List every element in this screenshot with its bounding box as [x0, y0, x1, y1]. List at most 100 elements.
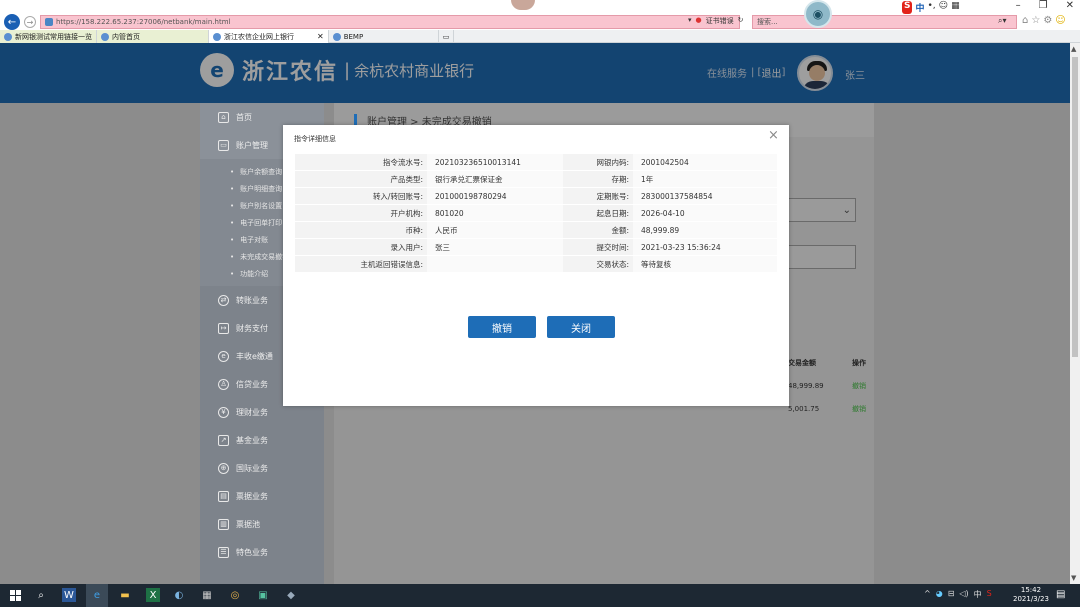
transactions-table: 交易金额 操作 48,999.89 撤销 5,001.75 撤销 [788, 351, 874, 420]
sidebar-item-label: 首页 [236, 112, 252, 122]
eye-icon[interactable]: ◉ [804, 0, 832, 28]
sidebar-item-label: 信贷业务 [236, 379, 268, 389]
sidebar-item-label: 基金业务 [236, 435, 268, 445]
field-label: 录入用户: [295, 239, 427, 256]
favorite-tab[interactable]: 新网银测试常用链接一览 [0, 30, 97, 43]
page-scrollbar[interactable]: ▲ ▼ [1070, 43, 1080, 584]
dialog-actions: 撤销 关闭 [468, 316, 615, 338]
close-icon[interactable]: × [768, 128, 779, 143]
sogou-tray-icon[interactable]: S [987, 589, 992, 600]
excel-icon[interactable]: X [146, 588, 160, 602]
sidebar-item-bill-pool[interactable]: ▥ 票据池 [200, 510, 324, 538]
settings-icon[interactable]: ⚙ [1043, 15, 1052, 26]
home-icon[interactable]: ⌂ [1022, 15, 1028, 26]
tab-active[interactable]: 浙江农信企业网上银行 ✕ [209, 30, 329, 43]
system-clock[interactable]: 15:42 2021/3/23 [1013, 586, 1049, 604]
field-label: 转入/转回账号: [295, 188, 427, 205]
windows-icon [9, 589, 21, 601]
revoke-link[interactable]: 撤销 [852, 404, 866, 414]
scroll-thumb[interactable] [1072, 57, 1078, 357]
scroll-down-icon[interactable]: ▼ [1071, 574, 1076, 582]
restore-icon[interactable]: ❐ [1039, 0, 1048, 11]
search-input[interactable]: 搜索... [752, 15, 1017, 29]
revoke-button[interactable]: 撤销 [468, 316, 536, 338]
site-favicon [511, 0, 535, 10]
sidebar-item-label: 票据池 [236, 519, 260, 529]
tool-icon[interactable]: ◆ [284, 588, 298, 602]
start-button[interactable] [8, 588, 22, 602]
online-service-link[interactable]: 在线服务 [707, 65, 747, 80]
ime-tray-label[interactable]: 中 [974, 589, 982, 600]
search-icon[interactable]: ⌕ [34, 588, 48, 602]
instruction-detail-dialog: 指令详细信息 × 指令流水号: 20210323651001314​1 网银内码… [283, 125, 789, 406]
forward-button[interactable]: → [24, 16, 36, 28]
app-icon[interactable]: ◐ [172, 588, 186, 602]
field-label: 存期: [563, 171, 633, 188]
username: 张三 [845, 71, 865, 82]
ime-language-indicator[interactable]: 中 [915, 1, 924, 14]
calculator-icon[interactable]: ▦ [200, 588, 214, 602]
chrome-icon[interactable]: ◎ [228, 588, 242, 602]
field-label: 开户机构: [295, 205, 427, 222]
browser-titlebar: S 中 •, ☺ ▦ – ❐ ✕ [0, 0, 1080, 14]
field-value: 20210323651001314​1 [427, 154, 563, 171]
folder-icon[interactable]: ▬ [118, 588, 132, 602]
cert-error-label[interactable]: 证书错误 [706, 16, 734, 26]
dropdown-icon[interactable]: ▾ [688, 16, 692, 26]
ime-toolbar[interactable]: S 中 •, ☺ ▦ [902, 1, 960, 14]
network-icon[interactable]: ⊟ [948, 589, 955, 600]
revoke-link[interactable]: 撤销 [852, 381, 866, 391]
ime-keyboard-icon[interactable]: ▦ [951, 1, 960, 14]
url-input[interactable]: https://158.222.65.237:27006/netbank/mai… [40, 15, 740, 29]
sidebar-item-label: 丰收e缴通 [236, 351, 273, 361]
logout-link[interactable]: 退出 [761, 65, 781, 80]
sidebar-item-label: 账户管理 [236, 140, 268, 150]
transfer-icon: ⇄ [218, 294, 229, 306]
field-value: 201000198780294 [427, 188, 563, 205]
close-window-icon[interactable]: ✕ [1066, 0, 1074, 11]
ime-emoji-icon[interactable]: ☺ [939, 1, 948, 14]
volume-icon[interactable]: ◁) [959, 589, 968, 600]
notification-icon[interactable]: ▤ [1056, 589, 1065, 600]
remote-icon[interactable]: ▣ [256, 588, 270, 602]
cert-error-area[interactable]: ▾ ● 证书错误 ↻ [688, 16, 744, 26]
search-icon[interactable]: ⌕▾ [998, 16, 1007, 26]
chevron-up-icon[interactable]: ^ [924, 589, 931, 600]
new-tab-button[interactable]: ▭ [439, 30, 455, 43]
sidebar-item-international[interactable]: ⊕ 国际业务 [200, 454, 324, 482]
sidebar-item-bill[interactable]: ▤ 票据业务 [200, 482, 324, 510]
tab-strip: 新网银测试常用链接一览 内管首页 浙江农信企业网上银行 ✕ BEMP ▭ [0, 30, 1080, 43]
close-tab-icon[interactable]: ✕ [317, 32, 324, 41]
minimize-icon[interactable]: – [1016, 0, 1021, 11]
avatar[interactable] [797, 55, 833, 91]
ie-icon[interactable]: e [86, 584, 108, 607]
table-row: 5,001.75 撤销 [788, 397, 874, 420]
sogou-icon[interactable]: S [902, 1, 913, 14]
favorite-tab[interactable]: 内管首页 [97, 30, 209, 43]
e-pay-icon: e [218, 350, 229, 362]
smiley-icon[interactable]: ☺ [1055, 15, 1065, 26]
clock-date: 2021/3/23 [1013, 595, 1049, 603]
amount-cell: 48,999.89 [788, 381, 824, 390]
tray-app-icon[interactable]: ◕ [936, 589, 943, 600]
back-button[interactable]: ← [4, 14, 20, 30]
scroll-up-icon[interactable]: ▲ [1071, 45, 1076, 53]
sidebar-item-special[interactable]: ☰ 特色业务 [200, 538, 324, 566]
bank-header: e 浙江农信 | 余杭农村商业银行 在线服务 | [ 退出 ] 张三 [0, 43, 1070, 103]
field-value: 2001042504 [633, 154, 777, 171]
sidebar-item-fund[interactable]: ↗ 基金业务 [200, 426, 324, 454]
close-button[interactable]: 关闭 [547, 316, 615, 338]
word-icon[interactable]: W [62, 588, 76, 602]
dialog-title: 指令详细信息 [294, 135, 336, 143]
tab[interactable]: BEMP [329, 30, 439, 43]
ime-punct-icon[interactable]: •, [928, 1, 936, 14]
filter-input[interactable] [788, 245, 856, 269]
card-icon: ▭ [218, 139, 229, 151]
table-header: 交易金额 操作 [788, 351, 874, 374]
globe-icon: ⊕ [218, 462, 229, 474]
field-label: 起息日期: [563, 205, 633, 222]
favorites-icon[interactable]: ☆ [1031, 15, 1040, 26]
account-select[interactable]: ⌄ [788, 198, 856, 222]
refresh-icon[interactable]: ↻ [738, 16, 744, 26]
fund-icon: ↗ [218, 434, 229, 446]
